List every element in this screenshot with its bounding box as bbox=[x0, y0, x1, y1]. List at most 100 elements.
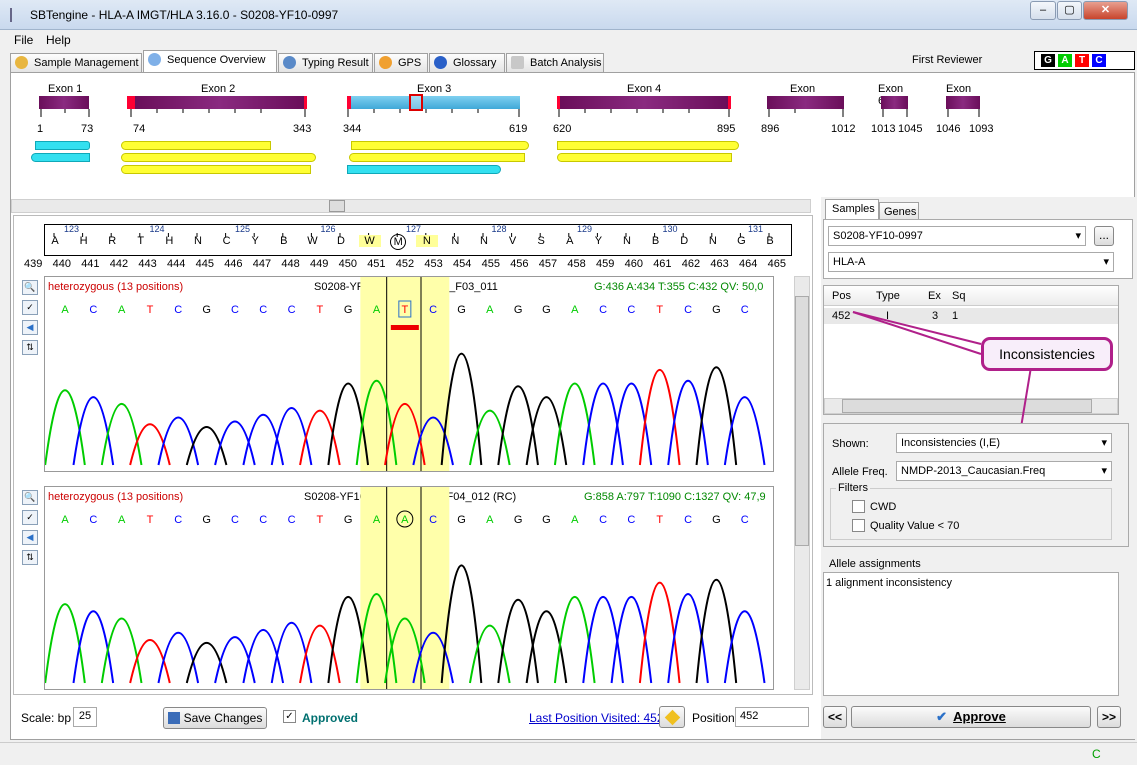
trace-scroll-thumb[interactable] bbox=[795, 296, 809, 546]
check-icon[interactable]: ✓ bbox=[22, 300, 38, 315]
amino-acid[interactable]: N bbox=[187, 235, 209, 247]
maximize-button[interactable]: ▢ bbox=[1057, 1, 1082, 20]
overview-scroll-thumb[interactable] bbox=[329, 200, 345, 212]
amino-acid[interactable]: A bbox=[559, 235, 581, 247]
sequence-overview-panel: Exon 1 Exon 2 Exon 3 Exon 4 Exon 5 Exon … bbox=[10, 72, 1135, 740]
diamond-arrow-icon bbox=[664, 709, 680, 726]
exon-bar[interactable] bbox=[127, 96, 307, 109]
tab-batch-analysis[interactable]: Batch Analysis bbox=[506, 53, 604, 72]
exon-bar-selected[interactable] bbox=[347, 96, 520, 109]
zoom-icon[interactable]: 🔍 bbox=[22, 490, 38, 505]
amino-acid[interactable]: W bbox=[301, 235, 323, 247]
tab-typing-result[interactable]: Typing Result bbox=[278, 53, 373, 72]
tab-gps[interactable]: GPS bbox=[374, 53, 428, 72]
read-segment[interactable] bbox=[121, 141, 271, 150]
check-icon[interactable]: ✓ bbox=[22, 510, 38, 525]
menu-help[interactable]: Help bbox=[46, 33, 71, 47]
allele-assignments-text: 1 alignment inconsistency bbox=[826, 577, 952, 589]
amino-acid[interactable]: D bbox=[330, 235, 352, 247]
amino-acid[interactable]: R bbox=[101, 235, 123, 247]
arrow-left-icon[interactable]: ◀ bbox=[22, 320, 38, 335]
exon-bar[interactable] bbox=[767, 96, 844, 109]
read-segment[interactable] bbox=[121, 165, 311, 174]
sample-select[interactable]: S0208-YF10-0997 bbox=[828, 226, 1086, 246]
tab-glossary[interactable]: Glossary bbox=[429, 53, 505, 72]
shown-select[interactable]: Inconsistencies (I,E) bbox=[896, 433, 1112, 453]
amino-acid[interactable]: B bbox=[273, 235, 295, 247]
read-segment[interactable] bbox=[349, 153, 525, 162]
amino-acid[interactable]: N bbox=[702, 235, 724, 247]
exon-bar[interactable] bbox=[557, 96, 731, 109]
swap-icon[interactable]: ⇅ bbox=[22, 340, 38, 355]
tab-genes[interactable]: Genes bbox=[879, 202, 919, 219]
read-segment[interactable] bbox=[557, 153, 732, 162]
approve-button[interactable]: ✔ Approve bbox=[851, 706, 1091, 728]
read-segment[interactable] bbox=[347, 165, 501, 174]
overview-scrollbar[interactable] bbox=[11, 199, 811, 213]
amino-acid[interactable]: W bbox=[358, 235, 381, 247]
amino-acid[interactable]: A bbox=[44, 235, 66, 247]
trace-forward-graph[interactable]: ACATCGCCCTGATCGAGGACCTCGC bbox=[45, 277, 773, 471]
quality-checkbox[interactable] bbox=[852, 519, 865, 532]
amino-acid[interactable]: N bbox=[473, 235, 495, 247]
amino-acid[interactable]: Y bbox=[587, 235, 609, 247]
amino-acid[interactable]: Y bbox=[244, 235, 266, 247]
zoom-icon[interactable]: 🔍 bbox=[22, 280, 38, 295]
base-call: A bbox=[373, 304, 381, 316]
amino-acid[interactable]: D bbox=[673, 235, 695, 247]
goto-position-button[interactable] bbox=[659, 706, 685, 728]
base-call: T bbox=[317, 304, 324, 316]
read-segment[interactable] bbox=[557, 141, 739, 150]
next-button[interactable]: >> bbox=[1097, 706, 1121, 728]
peak bbox=[299, 409, 341, 466]
tab-sequence-overview[interactable]: Sequence Overview bbox=[143, 50, 277, 72]
last-position-link[interactable]: Last Position Visited: 452 bbox=[529, 711, 664, 725]
amino-acid[interactable]: H bbox=[158, 235, 180, 247]
read-segment[interactable] bbox=[35, 141, 90, 150]
approved-checkbox[interactable]: ✓ bbox=[283, 710, 296, 723]
amino-acid[interactable]: T bbox=[130, 235, 152, 247]
amino-acid[interactable]: S bbox=[530, 235, 552, 247]
amino-acid[interactable]: B bbox=[759, 235, 781, 247]
amino-acid[interactable]: N bbox=[616, 235, 638, 247]
inconsistency-marker bbox=[390, 325, 419, 330]
base-call: C bbox=[684, 304, 692, 316]
menu-file[interactable]: File bbox=[14, 33, 33, 47]
exon-bar[interactable] bbox=[881, 96, 908, 109]
amino-acid[interactable]: H bbox=[73, 235, 95, 247]
minimize-button[interactable]: – bbox=[1030, 1, 1056, 20]
amino-acid[interactable]: G bbox=[730, 235, 752, 247]
amino-acid[interactable]: B bbox=[645, 235, 667, 247]
arrow-left-icon[interactable]: ◀ bbox=[22, 530, 38, 545]
base-call: C bbox=[89, 304, 97, 316]
previous-button[interactable]: << bbox=[823, 706, 847, 728]
peak bbox=[695, 578, 738, 684]
amino-acid[interactable]: C bbox=[216, 235, 238, 247]
exon-end: 895 bbox=[717, 123, 736, 135]
close-button[interactable]: ✕ bbox=[1083, 1, 1128, 20]
save-changes-button[interactable]: Save Changes bbox=[163, 707, 267, 729]
scale-input[interactable]: 25 bbox=[73, 707, 97, 727]
trace-reverse-graph[interactable]: ACATCGCCCTGAACGAGGACCTCGC bbox=[45, 487, 773, 689]
browse-button[interactable]: ... bbox=[1094, 226, 1114, 246]
read-segment[interactable] bbox=[351, 141, 529, 150]
base-call: A bbox=[486, 304, 494, 316]
read-segment[interactable] bbox=[121, 153, 316, 162]
gene-select[interactable]: HLA-A bbox=[828, 252, 1114, 272]
amino-acid[interactable]: V bbox=[502, 235, 524, 247]
cwd-checkbox[interactable] bbox=[852, 500, 865, 513]
position-number: 449 bbox=[310, 258, 329, 270]
position-input[interactable]: 452 bbox=[735, 707, 809, 727]
tab-samples[interactable]: Samples bbox=[825, 199, 879, 219]
exon-bar[interactable] bbox=[39, 96, 89, 109]
exon-bar[interactable] bbox=[946, 96, 980, 109]
swap-icon[interactable]: ⇅ bbox=[22, 550, 38, 565]
amino-acid[interactable]: M bbox=[390, 234, 407, 250]
amino-acid[interactable]: N bbox=[415, 235, 438, 247]
amino-acid[interactable]: N bbox=[444, 235, 466, 247]
allele-freq-select[interactable]: NMDP-2013_Caucasian.Freq bbox=[896, 461, 1112, 481]
base-call: C bbox=[741, 514, 749, 526]
exon-start: 1013 bbox=[871, 123, 896, 135]
read-segment[interactable] bbox=[31, 153, 90, 162]
tab-sample-management[interactable]: Sample Management bbox=[10, 53, 142, 72]
